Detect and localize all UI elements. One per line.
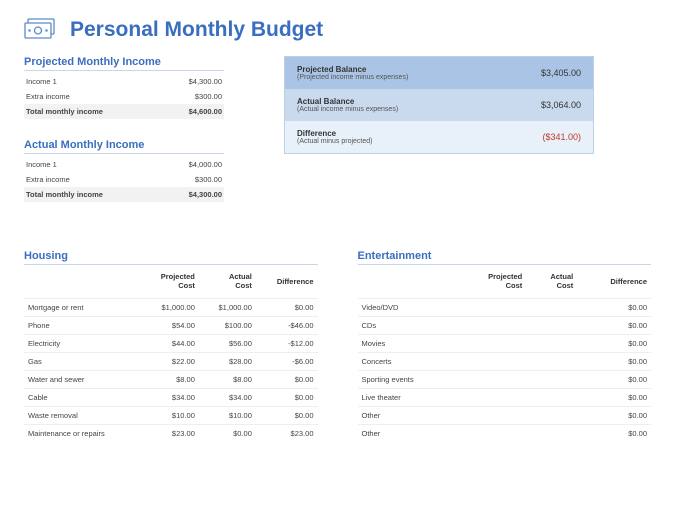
table-row: Extra income$300.00 (24, 172, 224, 187)
col-difference: Difference (577, 268, 651, 299)
table-row: Sporting events$0.00 (358, 371, 652, 389)
table-row: Phone$54.00$100.00-$46.00 (24, 317, 318, 335)
table-row: Movies$0.00 (358, 335, 652, 353)
actual-balance-row: Actual Balance (Actual income minus expe… (285, 89, 593, 121)
money-icon (24, 18, 56, 42)
table-row: Waste removal$10.00$10.00$0.00 (24, 407, 318, 425)
table-row: CDs$0.00 (358, 317, 652, 335)
table-row: Concerts$0.00 (358, 353, 652, 371)
projected-income-heading: Projected Monthly Income (24, 56, 224, 71)
col-actual: Actual Cost (526, 268, 577, 299)
table-total-row: Total monthly income $4,300.00 (24, 187, 224, 202)
title-row: Personal Monthly Budget (24, 18, 651, 42)
table-row: Income 1$4,300.00 (24, 74, 224, 89)
col-projected: Projected Cost (141, 268, 199, 299)
difference-row: Difference (Actual minus projected) ($34… (285, 121, 593, 153)
projected-income-table: Income 1$4,300.00Extra income$300.00 Tot… (24, 74, 224, 119)
col-difference: Difference (256, 268, 318, 299)
housing-heading: Housing (24, 250, 318, 265)
actual-income-table: Income 1$4,000.00Extra income$300.00 Tot… (24, 157, 224, 202)
page-title: Personal Monthly Budget (70, 18, 323, 42)
table-row: Mortgage or rent$1,000.00$1,000.00$0.00 (24, 299, 318, 317)
table-row: Cable$34.00$34.00$0.00 (24, 389, 318, 407)
table-total-row: Total monthly income $4,600.00 (24, 104, 224, 119)
table-row: Income 1$4,000.00 (24, 157, 224, 172)
table-row: Maintenance or repairs$23.00$0.00$23.00 (24, 425, 318, 443)
entertainment-table: Projected Cost Actual Cost Difference Vi… (358, 268, 652, 442)
housing-table: Projected Cost Actual Cost Difference Mo… (24, 268, 318, 442)
table-row: Video/DVD$0.00 (358, 299, 652, 317)
col-actual: Actual Cost (199, 268, 256, 299)
entertainment-heading: Entertainment (358, 250, 652, 265)
actual-income-heading: Actual Monthly Income (24, 139, 224, 154)
table-row: Gas$22.00$28.00-$6.00 (24, 353, 318, 371)
projected-balance-row: Projected Balance (Projected income minu… (285, 57, 593, 89)
balance-summary: Projected Balance (Projected income minu… (284, 56, 594, 154)
table-row: Electricity$44.00$56.00-$12.00 (24, 335, 318, 353)
table-row: Water and sewer$8.00$8.00$0.00 (24, 371, 318, 389)
col-projected: Projected Cost (457, 268, 527, 299)
table-row: Other$0.00 (358, 425, 652, 443)
table-row: Live theater$0.00 (358, 389, 652, 407)
table-row: Other$0.00 (358, 407, 652, 425)
table-row: Extra income$300.00 (24, 89, 224, 104)
